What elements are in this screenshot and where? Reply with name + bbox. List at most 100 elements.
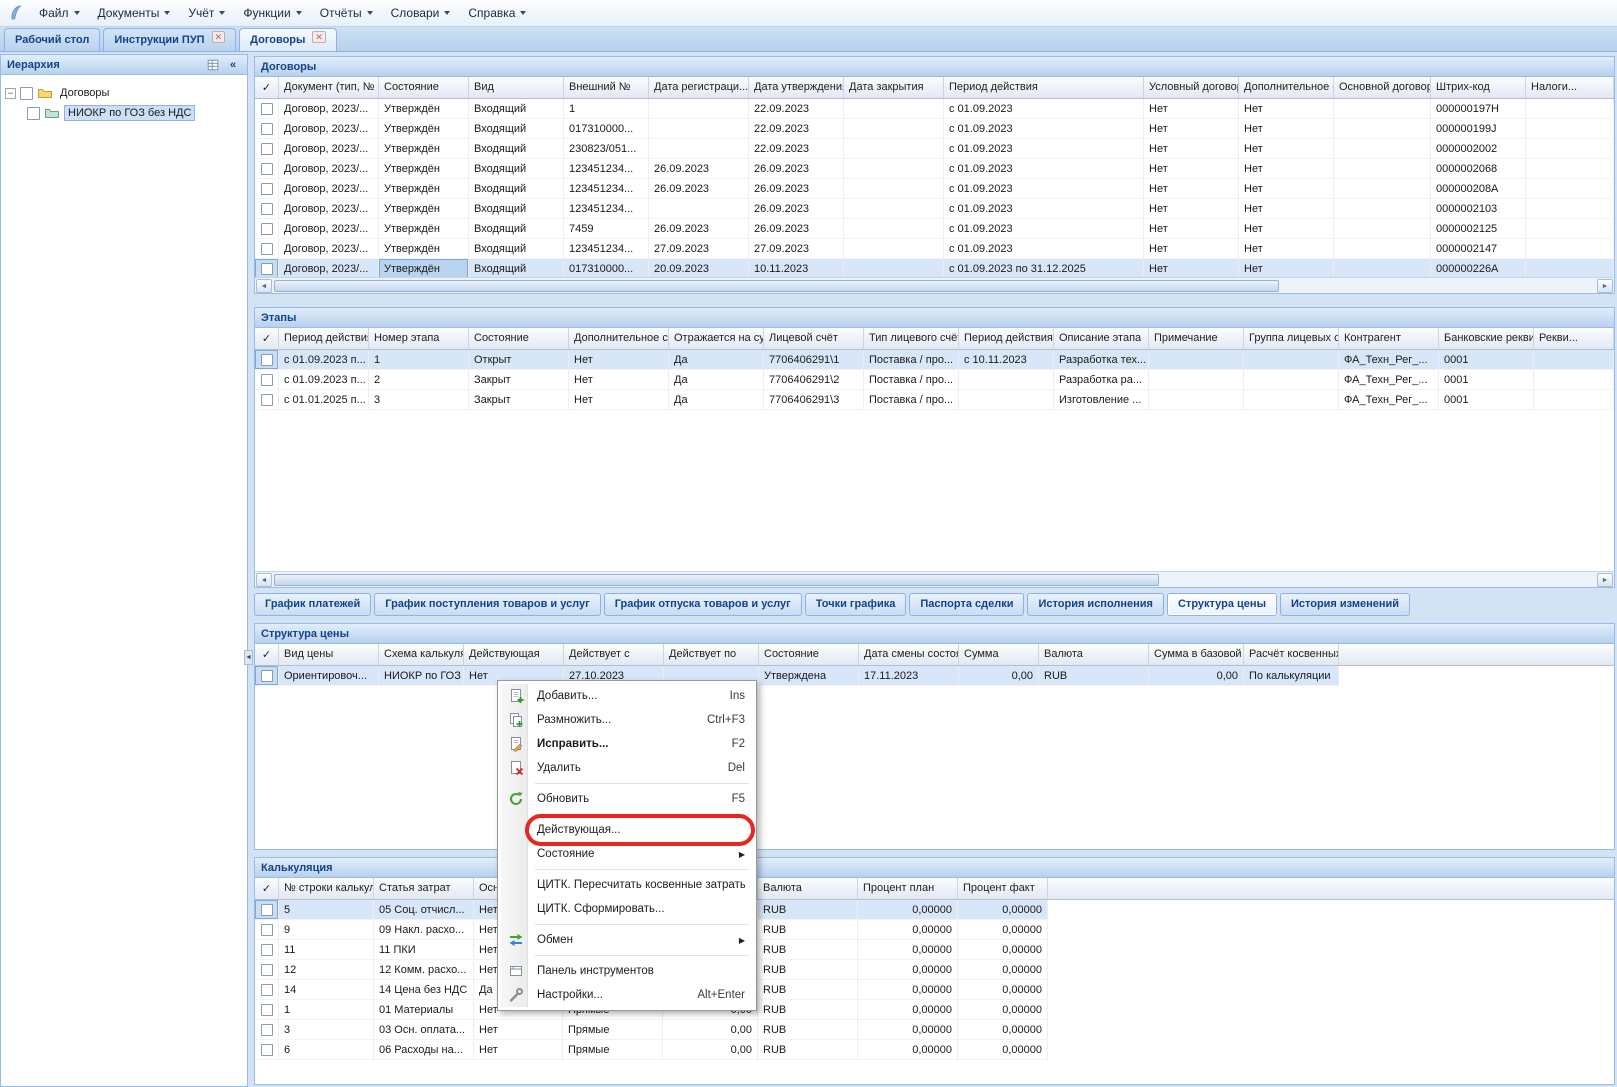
column-header[interactable]: Состояние: [379, 77, 469, 98]
context-menu-item[interactable]: Состояние▶: [501, 842, 753, 866]
menubar-item[interactable]: Документы: [89, 2, 180, 24]
subtab[interactable]: Структура цены: [1167, 593, 1277, 616]
row-checkbox[interactable]: [261, 123, 273, 135]
column-header[interactable]: Отражается на су: [669, 328, 764, 349]
scrollbar-thumb[interactable]: [274, 280, 1279, 292]
column-header[interactable]: Процент план: [858, 878, 958, 899]
scroll-right-icon[interactable]: ►: [1597, 279, 1613, 293]
row-checkbox[interactable]: [261, 203, 273, 215]
table-row[interactable]: с 01.01.2025 п...3ЗакрытНетДа7706406291\…: [255, 390, 1614, 410]
tree-node-label[interactable]: Договоры: [57, 86, 112, 100]
column-header[interactable]: № строки калькул: [279, 878, 374, 899]
context-menu-item[interactable]: ЦИТК. Пересчитать косвенные затраты...: [501, 873, 753, 897]
tree-expander-icon[interactable]: [5, 88, 16, 99]
collapse-grid-arrow[interactable]: ◄: [244, 650, 253, 665]
tree-node-checkbox[interactable]: [27, 107, 40, 120]
table-row[interactable]: Договор, 2023/...УтверждёнВходящий017310…: [255, 259, 1614, 277]
column-header[interactable]: ✓: [255, 328, 279, 349]
column-header[interactable]: ✓: [255, 644, 279, 665]
subtab[interactable]: График платежей: [254, 593, 371, 616]
row-checkbox[interactable]: [261, 374, 273, 386]
workspace-tab[interactable]: Рабочий стол: [4, 28, 100, 51]
context-menu-item[interactable]: ЦИТК. Сформировать...: [501, 897, 753, 921]
column-header[interactable]: Контрагент: [1339, 328, 1439, 349]
scroll-right-icon[interactable]: ►: [1597, 573, 1613, 587]
table-row[interactable]: 303 Осн. оплата...НетПрямые0,00RUB0,0000…: [255, 1020, 1048, 1040]
context-menu-item[interactable]: Панель инструментов: [501, 959, 753, 983]
workspace-tab[interactable]: Договоры✕: [239, 28, 337, 51]
contracts-h-scrollbar[interactable]: ◄ ►: [255, 277, 1614, 293]
column-header[interactable]: Состояние: [759, 644, 859, 665]
row-checkbox[interactable]: [261, 183, 273, 195]
row-checkbox[interactable]: [261, 944, 273, 956]
column-header[interactable]: Основной договор: [1334, 77, 1431, 98]
column-header[interactable]: Период действия л: [959, 328, 1054, 349]
hierarchy-table-view-icon[interactable]: [205, 57, 221, 73]
column-header[interactable]: Штрих-код: [1431, 77, 1526, 98]
column-header[interactable]: Налоги...: [1526, 77, 1614, 98]
column-header[interactable]: Действует по: [664, 644, 759, 665]
subtab[interactable]: История исполнения: [1027, 593, 1164, 616]
tree-node-label[interactable]: НИОКР по ГОЗ без НДС: [64, 105, 195, 121]
row-checkbox[interactable]: [261, 143, 273, 155]
column-header[interactable]: Дата закрытия: [844, 77, 944, 98]
table-row[interactable]: Договор, 2023/...УтверждёнВходящий230823…: [255, 139, 1614, 159]
table-row[interactable]: с 01.09.2023 п...1ОткрытНетДа7706406291\…: [255, 350, 1614, 370]
column-header[interactable]: ✓: [255, 878, 279, 899]
column-header[interactable]: Период действия ...: [279, 328, 369, 349]
context-menu-item[interactable]: УдалитьDel: [501, 756, 753, 780]
table-row[interactable]: Договор, 2023/...УтверждёнВходящий123451…: [255, 239, 1614, 259]
column-header[interactable]: Дата смены состоя: [859, 644, 959, 665]
table-row[interactable]: Ориентировоч...НИОКР по ГОЗ ...Нет27.10.…: [255, 666, 1339, 686]
subtab[interactable]: История изменений: [1280, 593, 1410, 616]
row-checkbox[interactable]: [261, 394, 273, 406]
context-menu-item[interactable]: Действующая...: [501, 818, 753, 842]
table-row[interactable]: 606 Расходы на...НетПрямые0,00RUB0,00000…: [255, 1040, 1048, 1060]
scroll-left-icon[interactable]: ◄: [256, 573, 272, 587]
context-menu-item[interactable]: ОбновитьF5: [501, 787, 753, 811]
table-row[interactable]: Договор, 2023/...УтверждёнВходящий122.09…: [255, 99, 1614, 119]
column-header[interactable]: Рекви...: [1534, 328, 1614, 349]
stages-h-scrollbar[interactable]: ◄ ►: [255, 571, 1614, 587]
menubar-item[interactable]: Отчёты: [311, 2, 382, 24]
column-header[interactable]: Действующая: [464, 644, 564, 665]
column-header[interactable]: Примечание: [1149, 328, 1244, 349]
subtab[interactable]: График отпуска товаров и услуг: [604, 593, 802, 616]
close-icon[interactable]: ✕: [312, 31, 326, 43]
row-checkbox[interactable]: [261, 984, 273, 996]
subtab[interactable]: Паспорта сделки: [909, 593, 1024, 616]
column-header[interactable]: Внешний №: [564, 77, 649, 98]
context-menu-item[interactable]: Обмен▶: [501, 928, 753, 952]
collapse-sidebar-icon[interactable]: «: [225, 57, 241, 73]
column-header[interactable]: Документ (тип, №: [279, 77, 379, 98]
table-row[interactable]: Договор, 2023/...УтверждёнВходящий123451…: [255, 199, 1614, 219]
row-checkbox[interactable]: [261, 924, 273, 936]
subtab[interactable]: График поступления товаров и услуг: [374, 593, 600, 616]
row-checkbox[interactable]: [261, 263, 273, 275]
row-checkbox[interactable]: [261, 243, 273, 255]
column-header[interactable]: Действует с: [564, 644, 664, 665]
subtab[interactable]: Точки графика: [805, 593, 907, 616]
row-checkbox[interactable]: [261, 163, 273, 175]
column-header[interactable]: ✓: [255, 77, 279, 98]
column-header[interactable]: Дополнительное с: [1239, 77, 1334, 98]
table-row[interactable]: с 01.09.2023 п...2ЗакрытНетДа7706406291\…: [255, 370, 1614, 390]
row-checkbox[interactable]: [261, 904, 273, 916]
column-header[interactable]: Валюта: [758, 878, 858, 899]
row-checkbox[interactable]: [261, 223, 273, 235]
column-header[interactable]: Тип лицевого счёт: [864, 328, 959, 349]
row-checkbox[interactable]: [261, 103, 273, 115]
column-header[interactable]: Схема калькуляци: [379, 644, 464, 665]
column-header[interactable]: Вид: [469, 77, 564, 98]
column-header[interactable]: Лицевой счёт: [764, 328, 864, 349]
column-header[interactable]: Номер этапа: [369, 328, 469, 349]
column-header[interactable]: Группа лицевых сч: [1244, 328, 1339, 349]
close-icon[interactable]: ✕: [212, 31, 226, 43]
context-menu-item[interactable]: Настройки...Alt+Enter: [501, 983, 753, 1007]
table-row[interactable]: Договор, 2023/...УтверждёнВходящий123451…: [255, 179, 1614, 199]
row-checkbox[interactable]: [261, 1044, 273, 1056]
row-checkbox[interactable]: [261, 354, 273, 366]
column-header[interactable]: Условный договор: [1144, 77, 1239, 98]
column-header[interactable]: Валюта: [1039, 644, 1149, 665]
column-header[interactable]: Процент факт: [958, 878, 1048, 899]
